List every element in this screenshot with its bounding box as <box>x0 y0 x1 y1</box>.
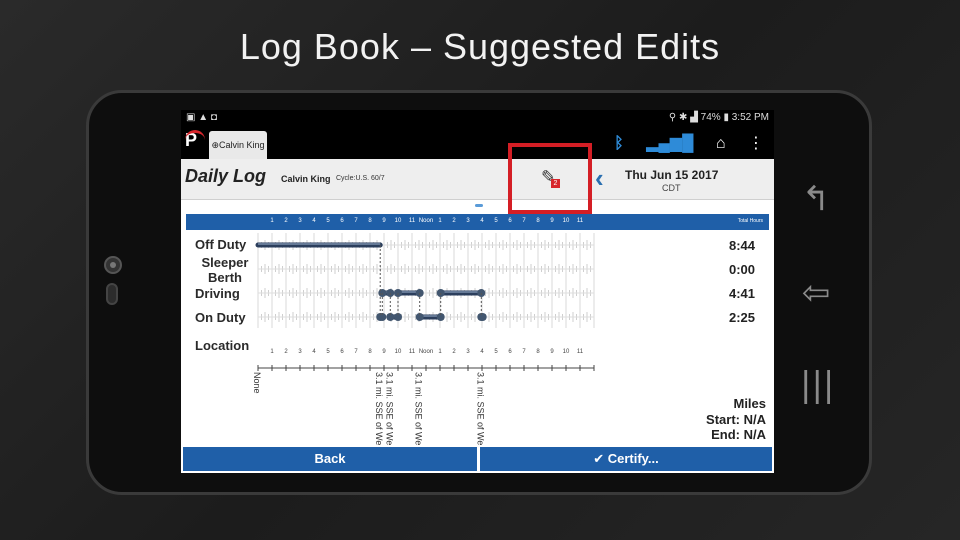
status-time: 3:52 PM <box>731 112 769 123</box>
signal-icon: ▟ <box>690 112 698 123</box>
highlight-box <box>508 143 592 214</box>
status-bar: ▣ ▲ ◘ ⚲ ✱ ▟ 74% ▮ 3:52 PM <box>181 110 774 127</box>
app-bar: P ⊕Calvin King ᛒ ▂▄▆█ ⌂ ⋮ <box>181 127 774 159</box>
device-screen: ▣ ▲ ◘ ⚲ ✱ ▟ 74% ▮ 3:52 PM P ⊕Calvin King… <box>181 110 774 473</box>
speaker-icon <box>106 283 118 305</box>
bluetooth-status-icon: ✱ <box>679 112 688 123</box>
segment-dot <box>478 313 487 321</box>
bottom-hour-label: 8 <box>536 349 540 355</box>
bottom-hour-label: 3 <box>298 349 302 355</box>
bottom-hour-label: 4 <box>480 349 484 355</box>
certify-button[interactable]: ✔ Certify... <box>480 447 772 471</box>
driver-name: Calvin King <box>281 174 331 184</box>
location-label: 3.1 mi. SSE of West Fargo, ND <box>374 372 384 445</box>
location-label: None <box>252 372 262 394</box>
miles-start: Start: N/A <box>706 412 766 427</box>
page-title: Daily Log <box>185 166 267 186</box>
timezone: CDT <box>662 183 681 193</box>
miles-end: End: N/A <box>711 427 766 442</box>
battery-icon: ▮ <box>723 112 729 123</box>
duty-status-graph: Total Hours 1 2 3 4 5 6 7 8 9 10 11 Noon 1 2 3 4 5 6 7 8 9 10… <box>181 200 774 445</box>
home-hw-icon[interactable]: ⇦ <box>800 276 832 310</box>
log-date: Thu Jun 15 2017 <box>625 168 719 182</box>
graph-svg: 1 2 3 4 5 6 7 8 9 10 11 Noon 1 2 3 4 5 6 7 8 9 10 11None 3.1 mi… <box>252 233 595 445</box>
back-hw-icon[interactable]: ↰ <box>800 182 832 216</box>
location-icon: ⚲ <box>668 112 677 123</box>
bottom-hour-label: 5 <box>326 349 330 355</box>
back-button[interactable]: Back <box>183 447 477 471</box>
log-header: Daily Log Calvin King Cycle:U.S. 60/7 ✎ … <box>181 159 774 200</box>
bottom-hour-label: 1 <box>270 349 274 355</box>
bottom-hour-label: 10 <box>563 349 570 355</box>
bottom-hour-label: 2 <box>284 349 288 355</box>
bottom-hour-label: 2 <box>452 349 456 355</box>
signal-strength-icon[interactable]: ▂▄▆█ <box>646 133 693 153</box>
bottom-hour-label: 5 <box>494 349 498 355</box>
bottom-hour-label: 4 <box>312 349 316 355</box>
bottom-hour-label: 9 <box>382 349 386 355</box>
cycle-label: Cycle:U.S. 60/7 <box>336 175 385 182</box>
bottom-hour-label: 7 <box>354 349 358 355</box>
app-logo-icon: P <box>185 130 207 156</box>
bottom-hour-label: 7 <box>522 349 526 355</box>
slide-title: Log Book – Suggested Edits <box>239 26 721 67</box>
driver-tab[interactable]: ⊕Calvin King <box>209 131 267 159</box>
recents-hw-icon[interactable]: ||| <box>800 368 834 402</box>
home-icon[interactable]: ⌂ <box>716 135 726 153</box>
battery-percent: 74% <box>700 112 721 123</box>
location-label: 3.1 mi. SSE of West Fargo, ND <box>414 372 424 445</box>
bluetooth-icon[interactable]: ᛒ <box>614 135 624 153</box>
status-left-icons: ▣ ▲ ◘ <box>186 112 217 123</box>
location-label: 3.1 mi. SSE of West Fargo, ND <box>475 372 485 445</box>
bottom-hour-label: Noon <box>419 349 433 355</box>
bottom-hour-label: 11 <box>577 349 584 355</box>
bottom-hour-label: 6 <box>340 349 344 355</box>
bottom-hour-label: 3 <box>466 349 470 355</box>
bottom-hour-label: 10 <box>395 349 402 355</box>
location-label: 3.1 mi. SSE of West Fargo, ND <box>384 372 394 445</box>
bottom-hour-label: 9 <box>550 349 554 355</box>
previous-day-icon[interactable]: ‹ <box>595 163 604 194</box>
app-bar-icons: ᛒ ▂▄▆█ ⌂ ⋮ <box>596 133 764 153</box>
miles-title: Miles <box>733 396 766 411</box>
bottom-hour-label: 6 <box>508 349 512 355</box>
button-row: Back ✔ Certify... <box>181 447 774 471</box>
status-right: ⚲ ✱ ▟ 74% ▮ 3:52 PM <box>669 112 769 123</box>
bottom-hour-label: 8 <box>368 349 372 355</box>
bottom-hour-label: 1 <box>438 349 442 355</box>
bottom-hour-label: 11 <box>409 349 416 355</box>
overflow-menu-icon[interactable]: ⋮ <box>748 133 764 153</box>
camera-icon <box>104 256 122 274</box>
